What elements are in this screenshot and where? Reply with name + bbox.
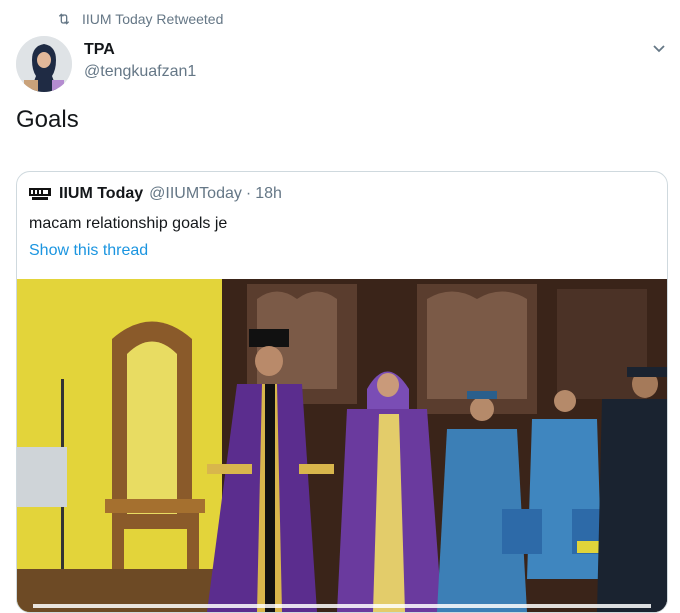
quoted-tweet-card[interactable]: IIUM Today @IIUMToday · 18h macam relati…: [16, 171, 668, 613]
quoted-tweet-text: macam relationship goals je: [29, 215, 228, 232]
quoted-author-name[interactable]: IIUM Today: [59, 185, 143, 203]
tweet-text: Goals: [16, 106, 79, 133]
retweet-icon: [58, 13, 70, 25]
profile-avatar[interactable]: [16, 36, 72, 92]
quoted-author-handle[interactable]: @IIUMToday: [149, 185, 242, 203]
author-name[interactable]: TPA: [84, 41, 115, 59]
author-handle[interactable]: @tengkuafzan1: [84, 63, 196, 81]
quoted-tweet-time[interactable]: 18h: [255, 185, 282, 203]
quoted-tweet-header: IIUM Today @IIUMToday · 18h: [29, 185, 282, 203]
chevron-down-icon[interactable]: [650, 40, 668, 58]
show-thread-link[interactable]: Show this thread: [29, 242, 148, 260]
avatar-image: [16, 36, 72, 92]
retweet-indicator: IIUM Today Retweeted: [56, 10, 223, 28]
quoted-tweet-media[interactable]: [17, 279, 667, 612]
iium-today-logo: [29, 188, 51, 200]
separator-dot: ·: [245, 185, 252, 202]
retweet-label: IIUM Today Retweeted: [82, 11, 224, 27]
